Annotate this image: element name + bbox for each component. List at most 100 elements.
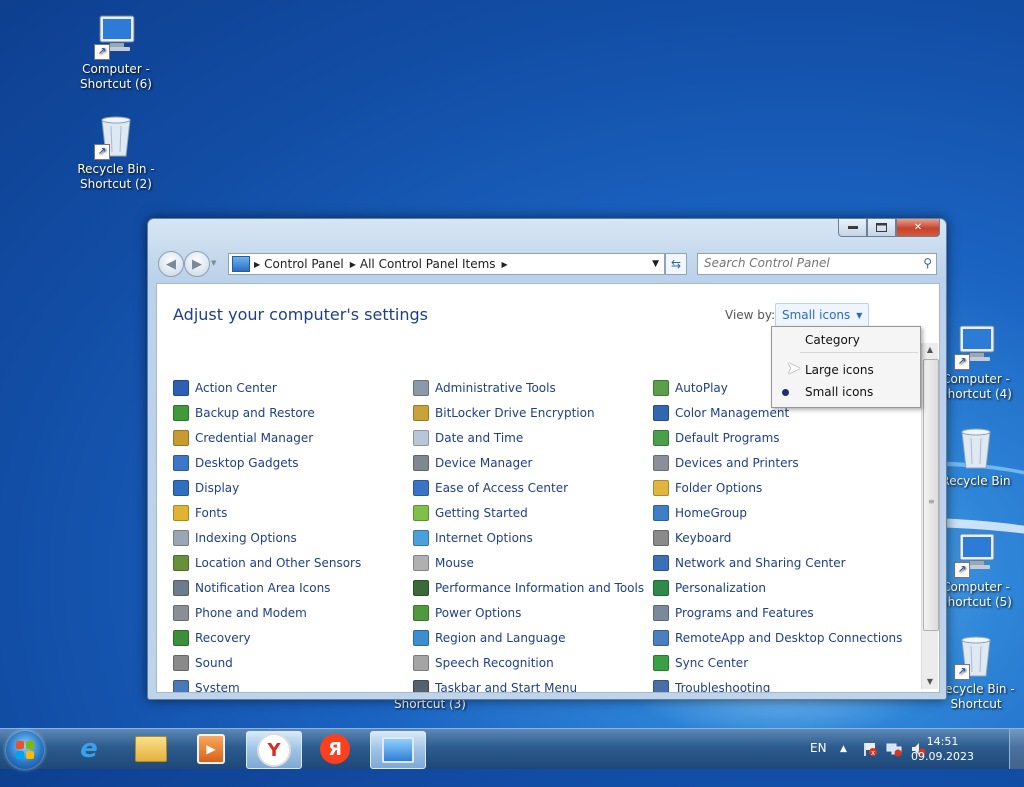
- control-panel-item[interactable]: Action Center: [173, 375, 413, 400]
- back-button[interactable]: ◀: [158, 251, 184, 277]
- show-desktop-button[interactable]: [1009, 729, 1024, 769]
- control-panel-item[interactable]: Speech Recognition: [413, 650, 653, 675]
- menu-item-small-icons[interactable]: Small icons: [772, 382, 920, 402]
- control-panel-item[interactable]: Mouse: [413, 550, 653, 575]
- control-panel-item[interactable]: Internet Options: [413, 525, 653, 550]
- menu-item-category[interactable]: Category: [772, 330, 920, 350]
- control-panel-item-label: Region and Language: [435, 630, 566, 645]
- control-panel-item[interactable]: Default Programs: [653, 425, 893, 450]
- control-panel-item[interactable]: Administrative Tools: [413, 375, 653, 400]
- control-panel-item-icon: [173, 504, 189, 521]
- control-panel-item[interactable]: Backup and Restore: [173, 400, 413, 425]
- control-panel-item[interactable]: Fonts: [173, 500, 413, 525]
- page-title: Adjust your computer's settings: [173, 305, 428, 324]
- control-panel-item[interactable]: Indexing Options: [173, 525, 413, 550]
- taskbar-media-player[interactable]: ▶: [184, 731, 238, 767]
- clock[interactable]: 14:51 09.09.2023: [911, 734, 974, 764]
- show-hidden-icons-icon[interactable]: ▲: [840, 741, 856, 757]
- control-panel-item-icon: [413, 504, 429, 521]
- minimize-button[interactable]: [838, 219, 867, 237]
- taskbar-control-panel[interactable]: [370, 731, 426, 769]
- media-player-icon: ▶: [197, 734, 225, 764]
- control-panel-icon: [382, 737, 414, 763]
- control-panel-item-icon: [413, 379, 429, 396]
- scroll-down-button[interactable]: ▼: [922, 675, 938, 689]
- view-by-dropdown[interactable]: Small icons ▼: [775, 303, 870, 327]
- forward-arrow-icon: ▶: [192, 256, 202, 272]
- control-panel-item[interactable]: Devices and Printers: [653, 450, 893, 475]
- scroll-up-button[interactable]: ▲: [922, 343, 938, 357]
- control-panel-item[interactable]: Date and Time: [413, 425, 653, 450]
- search-input[interactable]: [698, 254, 910, 272]
- control-panel-item[interactable]: Network and Sharing Center: [653, 550, 893, 575]
- control-panel-item[interactable]: Credential Manager: [173, 425, 413, 450]
- control-panel-item[interactable]: Region and Language: [413, 625, 653, 650]
- control-panel-item[interactable]: Power Options: [413, 600, 653, 625]
- start-button[interactable]: [6, 731, 44, 769]
- breadcrumb-separator-icon[interactable]: ▶: [502, 260, 508, 269]
- control-panel-item-icon: [653, 429, 669, 446]
- control-panel-item[interactable]: Recovery: [173, 625, 413, 650]
- chevron-down-icon: ▼: [856, 310, 863, 320]
- control-panel-item-label: Location and Other Sensors: [195, 555, 362, 570]
- refresh-button[interactable]: ⇆: [665, 253, 687, 275]
- control-panel-item[interactable]: RemoteApp and Desktop Connections: [653, 625, 902, 650]
- language-indicator[interactable]: EN: [810, 741, 827, 755]
- control-panel-window[interactable]: ✕ ◀ ▶ ▼ ▶ Control Panel ▶ All Control Pa…: [147, 218, 947, 700]
- control-panel-item[interactable]: Device Manager: [413, 450, 653, 475]
- control-panel-item-label: Power Options: [435, 605, 522, 620]
- breadcrumb-item[interactable]: Control Panel: [260, 257, 350, 271]
- control-panel-item-icon: [173, 479, 189, 496]
- taskbar-yandex-browser[interactable]: Я: [308, 731, 362, 767]
- vertical-scrollbar[interactable]: ▲ ≡ ▼: [921, 343, 939, 689]
- search-box[interactable]: ⚲: [697, 253, 937, 275]
- network-icon[interactable]: [886, 741, 902, 757]
- control-panel-item[interactable]: System: [173, 675, 413, 692]
- control-panel-item[interactable]: BitLocker Drive Encryption: [413, 400, 653, 425]
- address-bar[interactable]: ▶ Control Panel ▶ All Control Panel Item…: [228, 253, 665, 275]
- taskbar: e ▶ Y Я EN ▲ x 14:51 09.09.2023: [0, 728, 1024, 769]
- items-column: AutoPlay Color Management Default Programs…: [653, 375, 902, 692]
- control-panel-item[interactable]: Folder Options: [653, 475, 893, 500]
- desktop-icon[interactable]: ↗ Computer - Shortcut (6): [68, 12, 164, 92]
- control-panel-item[interactable]: Troubleshooting: [653, 675, 893, 692]
- restore-button[interactable]: [867, 219, 896, 237]
- control-panel-item-icon: [173, 454, 189, 471]
- control-panel-item[interactable]: Taskbar and Start Menu: [413, 675, 653, 692]
- control-panel-item-icon: [653, 504, 669, 521]
- breadcrumb-item[interactable]: All Control Panel Items: [356, 257, 502, 271]
- control-panel-item-label: Programs and Features: [675, 605, 814, 620]
- control-panel-item[interactable]: Programs and Features: [653, 600, 893, 625]
- control-panel-item[interactable]: Sound: [173, 650, 413, 675]
- control-panel-item-icon: [413, 404, 429, 421]
- control-panel-item[interactable]: HomeGroup: [653, 500, 893, 525]
- control-panel-item-label: Ease of Access Center: [435, 480, 569, 495]
- control-panel-item-label: AutoPlay: [675, 380, 728, 395]
- taskbar-windows-explorer[interactable]: [124, 731, 178, 767]
- control-panel-item[interactable]: Notification Area Icons: [173, 575, 413, 600]
- address-dropdown-icon[interactable]: ▼: [652, 259, 659, 269]
- taskbar-internet-explorer[interactable]: e: [62, 731, 116, 767]
- action-center-flag-icon[interactable]: x: [862, 741, 878, 757]
- taskbar-yandex[interactable]: Y: [246, 731, 302, 769]
- control-panel-item-icon: [173, 579, 189, 596]
- control-panel-item[interactable]: Display: [173, 475, 413, 500]
- scroll-thumb[interactable]: ≡: [923, 359, 939, 631]
- control-panel-item[interactable]: Keyboard: [653, 525, 893, 550]
- control-panel-item[interactable]: Phone and Modem: [173, 600, 413, 625]
- close-button[interactable]: ✕: [896, 219, 940, 237]
- control-panel-item[interactable]: Ease of Access Center: [413, 475, 653, 500]
- control-panel-item[interactable]: Desktop Gadgets: [173, 450, 413, 475]
- search-icon[interactable]: ⚲: [923, 256, 932, 270]
- control-panel-item-label: Credential Manager: [195, 430, 314, 445]
- control-panel-item[interactable]: Personalization: [653, 575, 893, 600]
- back-arrow-icon: ◀: [166, 256, 176, 272]
- desktop-icon[interactable]: ↗ Recycle Bin - Shortcut (2): [68, 112, 164, 192]
- control-panel-item[interactable]: Sync Center: [653, 650, 893, 675]
- forward-button[interactable]: ▶: [184, 251, 210, 277]
- control-panel-item[interactable]: Location and Other Sensors: [173, 550, 413, 575]
- control-panel-item[interactable]: Performance Information and Tools: [413, 575, 653, 600]
- control-panel-item[interactable]: Getting Started: [413, 500, 653, 525]
- recent-pages-dropdown[interactable]: ▼: [211, 259, 216, 267]
- recycle-bin-icon: ↗: [92, 112, 140, 160]
